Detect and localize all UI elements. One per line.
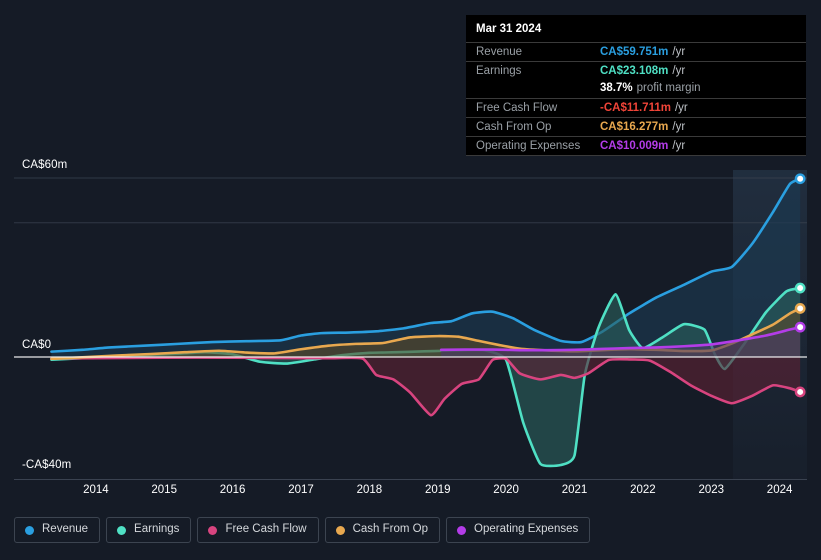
- tooltip-profit-margin-row: 38.7% profit margin: [466, 80, 806, 98]
- legend-item-label: Revenue: [42, 523, 89, 536]
- tooltip-row-value: CA$10.009m: [600, 140, 669, 152]
- endpoint-marker-cash-from-op[interactable]: [794, 303, 806, 314]
- tooltip-row-operating-expenses: Operating Expenses CA$10.009m/yr: [466, 136, 806, 156]
- endpoint-marker-earnings[interactable]: [794, 282, 806, 294]
- series-layer: [50, 177, 802, 468]
- legend-color-dot-icon: [208, 525, 218, 535]
- tooltip-row-label: Operating Expenses: [476, 140, 581, 152]
- gridlines: [14, 177, 807, 224]
- tooltip-row-value: CA$23.108m: [600, 65, 669, 77]
- tooltip-rows: Revenue CA$59.751m/yr Earnings CA$23.108m/y…: [466, 42, 806, 156]
- legend-item-cash-from-op[interactable]: Cash From Op: [324, 517, 441, 543]
- y-axis-label-top: CA$60m: [22, 159, 68, 171]
- tooltip-row-label: Earnings: [476, 65, 522, 77]
- tooltip-row-value: -CA$11.711m: [600, 102, 671, 114]
- tooltip-row-label: Free Cash Flow: [476, 102, 558, 114]
- tooltip-row-unit: /yr: [674, 102, 688, 114]
- x-axis-label-2019: 2019: [425, 484, 451, 496]
- tooltip-row-unit: /yr: [672, 140, 686, 152]
- tooltip-row-unit: /yr: [672, 121, 686, 133]
- tooltip-row-label: Cash From Op: [476, 121, 552, 133]
- x-axis-label-2024: 2024: [766, 484, 793, 496]
- legend-item-earnings[interactable]: Earnings: [106, 517, 192, 543]
- x-axis: 2014 2015 2016 2017 2018 2019 2020 2021 2022 2023…: [0, 484, 821, 502]
- x-axis-label-2023: 2023: [698, 484, 725, 496]
- tooltip-row-revenue: Revenue CA$59.751m/yr: [466, 42, 806, 61]
- legend-item-label: Earnings: [134, 523, 180, 536]
- x-axis-label-2020: 2020: [493, 484, 519, 496]
- tooltip-date: Mar 31 2024: [476, 23, 542, 35]
- legend-item-free-cash-flow[interactable]: Free Cash Flow: [197, 517, 319, 543]
- tooltip-row-value: CA$59.751m: [600, 46, 669, 58]
- legend-color-dot-icon: [335, 525, 345, 535]
- tooltip-row-free-cash-flow: Free Cash Flow -CA$11.711m/yr: [466, 98, 806, 117]
- chart-legend[interactable]: Revenue Earnings Free Cash Flow Cash From O…: [14, 517, 591, 543]
- legend-color-dot-icon: [457, 525, 467, 535]
- legend-item-label: Operating Expenses: [474, 523, 579, 536]
- tooltip-row-earnings: Earnings CA$23.108m/yr: [466, 61, 806, 80]
- legend-item-label: Cash From Op: [352, 523, 429, 536]
- profit-margin-label: profit margin: [636, 82, 701, 94]
- tooltip-row-cash-from-op: Cash From Op CA$16.277m/yr: [466, 117, 806, 136]
- y-axis-label-zero: CA$0: [22, 339, 52, 351]
- x-axis-label-2016: 2016: [219, 484, 246, 496]
- x-axis-label-2018: 2018: [356, 484, 383, 496]
- profit-margin-value: 38.7%: [600, 82, 633, 94]
- x-axis-label-2017: 2017: [288, 484, 314, 496]
- endpoint-marker-revenue[interactable]: [794, 173, 806, 185]
- financial-performance-chart: CA$60m CA$0 -CA$40m 2014 2015 2016 2017 2018…: [0, 0, 821, 560]
- y-axis-label-bottom: -CA$40m: [22, 459, 72, 471]
- x-axis-label-2015: 2015: [151, 484, 177, 496]
- tooltip-row-label: Revenue: [476, 46, 523, 58]
- tooltip-row-unit: /yr: [672, 65, 686, 77]
- tooltip-row-value: CA$16.277m: [600, 121, 669, 133]
- series-area-free-cash-flow: [51, 357, 801, 416]
- x-axis-label-2021: 2021: [561, 484, 588, 496]
- legend-color-dot-icon: [117, 525, 127, 535]
- x-axis-label-2022: 2022: [630, 484, 656, 496]
- endpoint-marker-operating-expenses[interactable]: [794, 321, 806, 333]
- x-axis-label-2014: 2014: [83, 484, 109, 496]
- legend-item-label: Free Cash Flow: [225, 523, 307, 536]
- legend-color-dot-icon: [25, 525, 34, 535]
- legend-item-revenue[interactable]: Revenue: [14, 517, 101, 543]
- endpoint-marker-free-cash-flow[interactable]: [794, 386, 806, 398]
- legend-item-operating-expenses[interactable]: Operating Expenses: [446, 517, 591, 543]
- data-tooltip: Mar 31 2024 Revenue CA$59.751m/yr Earnings…: [466, 15, 806, 156]
- tooltip-row-unit: /yr: [672, 46, 686, 58]
